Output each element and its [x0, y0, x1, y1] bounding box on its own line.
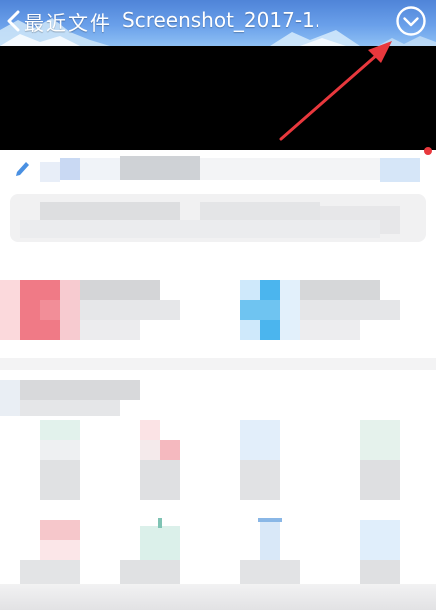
blurred-screenshot-content: [0, 150, 436, 610]
title-bar: 最近文件 Screenshot_2017-1...: [0, 0, 436, 46]
chevron-down-circle-icon: [396, 6, 426, 36]
menu-button[interactable]: [394, 4, 428, 38]
back-button[interactable]: 最近文件: [6, 8, 112, 35]
image-top-region: [0, 46, 436, 150]
back-label: 最近文件: [24, 10, 112, 35]
chevron-left-icon: [7, 10, 20, 32]
file-title: Screenshot_2017-1...: [122, 8, 318, 32]
notification-dot: [424, 147, 432, 155]
pen-icon: [16, 162, 29, 176]
